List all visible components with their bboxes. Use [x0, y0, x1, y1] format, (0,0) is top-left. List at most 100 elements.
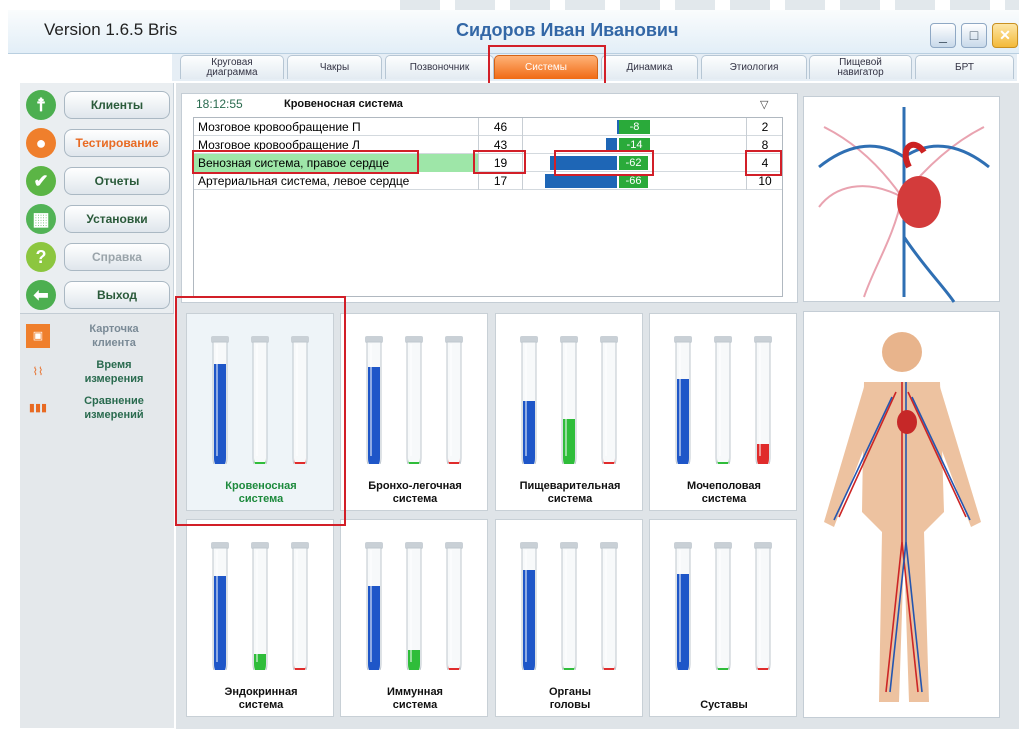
body-vessels-image [803, 311, 1000, 718]
close-button[interactable]: ✕ [992, 23, 1018, 48]
measurement-time: 18:12:55 [196, 97, 243, 111]
system-title: Кровеносная система [284, 98, 403, 110]
question-icon[interactable]: ? [26, 242, 56, 272]
tube-liquid [677, 379, 689, 464]
tube-liquid [408, 650, 420, 670]
nav-button[interactable]: Выход [64, 281, 170, 309]
deviation-bar [545, 174, 617, 188]
time-chart-icon: ⌇⌇ [32, 366, 44, 378]
test-tube-icon [560, 542, 578, 670]
indicator-name: Мозговое кровообращение П [194, 118, 479, 136]
indicator-name: Венозная система, правое сердце [194, 154, 479, 172]
grid-settings-icon[interactable]: ▦ [26, 204, 56, 234]
nav-row[interactable]: ● Тестирование [24, 126, 174, 160]
tube-liquid [368, 367, 380, 464]
system-card[interactable]: Бронхо-легочная система [340, 313, 488, 511]
nav-row[interactable]: ▦ Установки [24, 202, 174, 236]
test-tube-icon [365, 542, 383, 670]
subnav-label: Время измерения [84, 359, 144, 385]
deviation-bar [606, 138, 617, 152]
test-tube-icon [520, 336, 538, 464]
system-card[interactable]: Органы головы [495, 519, 643, 717]
tab-3[interactable]: Системы [494, 55, 598, 79]
tube-liquid [368, 586, 380, 670]
tube-liquid [523, 570, 535, 670]
test-tube-icon [251, 336, 269, 464]
table-row[interactable]: Мозговое кровообращение П 46 -8 2 [194, 118, 782, 136]
nav-button[interactable]: Отчеты [64, 167, 170, 195]
nav-button[interactable]: Тестирование [64, 129, 170, 157]
table-row[interactable]: Венозная система, правое сердце 19 -62 4 [194, 154, 782, 172]
indicator-value: 19 [479, 154, 523, 172]
test-tube-icon [560, 336, 578, 464]
deviation-label: -62 [619, 156, 648, 170]
tab-4[interactable]: Динамика [601, 55, 698, 79]
user-test-icon[interactable]: ● [26, 128, 56, 158]
deviation-bar [550, 156, 617, 170]
nav-row[interactable]: ⬅ Выход [24, 278, 174, 312]
tube-liquid [563, 419, 575, 464]
indicator-bar: -14 [523, 136, 747, 154]
system-label: Мочеполовая система [687, 480, 761, 505]
system-card[interactable]: Суставы [649, 519, 797, 717]
tab-7[interactable]: БРТ [915, 55, 1014, 79]
indicator-count: 10 [758, 174, 772, 188]
system-card[interactable]: Кровеносная система [186, 313, 334, 511]
maximize-button[interactable]: □ [961, 23, 987, 48]
indicator-table: Мозговое кровообращение П 46 -8 2 Мозговое к… [193, 117, 783, 297]
system-card[interactable]: Пищеварительная система [495, 313, 643, 511]
indicator-bar: -62 [523, 154, 747, 172]
test-tube-icon [365, 336, 383, 464]
subnav-label: Карточка клиента [89, 323, 139, 349]
system-label: Кровеносная система [225, 480, 297, 505]
tube-liquid [523, 401, 535, 464]
nav-button[interactable]: Установки [64, 205, 170, 233]
subnav-item[interactable]: ▣ Карточка клиента [24, 320, 172, 356]
test-tube-icon [600, 542, 618, 670]
exit-arrow-icon[interactable]: ⬅ [26, 280, 56, 310]
test-tube-icon [674, 542, 692, 670]
test-tube-icon [405, 336, 423, 464]
system-label: Бронхо-легочная система [368, 480, 462, 505]
checkmark-icon[interactable]: ✔ [26, 166, 56, 196]
test-tube-icon [520, 542, 538, 670]
nav-button[interactable]: Клиенты [64, 91, 170, 119]
test-tube-icon [251, 542, 269, 670]
indicator-value: 43 [479, 136, 523, 154]
indicator-value: 46 [479, 118, 523, 136]
test-tube-icon [291, 542, 309, 670]
table-row[interactable]: Артериальная система, левое сердце 17 -66 1… [194, 172, 782, 190]
nav-button[interactable]: Справка [64, 243, 170, 271]
nav-row[interactable]: ☨ Клиенты [24, 88, 174, 122]
tab-2[interactable]: Позвоночник [385, 55, 494, 79]
tab-0[interactable]: Круговая диаграмма [180, 55, 284, 79]
sort-toggle[interactable]: ▽ [760, 98, 768, 111]
test-tube-icon [211, 542, 229, 670]
tab-5[interactable]: Этиология [701, 55, 807, 79]
nav-row[interactable]: ✔ Отчеты [24, 164, 174, 198]
nav-row[interactable]: ? Справка [24, 240, 174, 274]
tab-6[interactable]: Пищевой навигатор [809, 55, 912, 79]
system-label: Пищеварительная система [519, 480, 621, 505]
minimize-button[interactable]: _ [930, 23, 956, 48]
system-card[interactable]: Эндокринная система [186, 519, 334, 717]
system-card[interactable]: Мочеполовая система [649, 313, 797, 511]
test-tube-icon [291, 336, 309, 464]
test-tube-icon [211, 336, 229, 464]
tube-liquid [214, 364, 226, 464]
system-label: Органы головы [548, 686, 591, 711]
table-row[interactable]: Мозговое кровообращение Л 43 -14 8 [194, 136, 782, 154]
subnav-panel: ▣ Карточка клиента ⌇⌇ Время измерения ▮▮▮ Сра… [20, 313, 174, 728]
indicator-bar: -66 [523, 172, 747, 190]
background-strip [400, 0, 1019, 10]
deviation-label: -66 [619, 174, 648, 188]
test-tube-icon [445, 542, 463, 670]
tube-liquid [757, 444, 769, 464]
subnav-item[interactable]: ▮▮▮ Сравнение измерений [24, 392, 172, 428]
person-icon[interactable]: ☨ [26, 90, 56, 120]
indicator-name: Артериальная система, левое сердце [194, 172, 479, 190]
tab-1[interactable]: Чакры [287, 55, 382, 79]
system-card[interactable]: Иммунная система [340, 519, 488, 717]
deviation-label: -8 [619, 120, 650, 134]
subnav-item[interactable]: ⌇⌇ Время измерения [24, 356, 172, 392]
